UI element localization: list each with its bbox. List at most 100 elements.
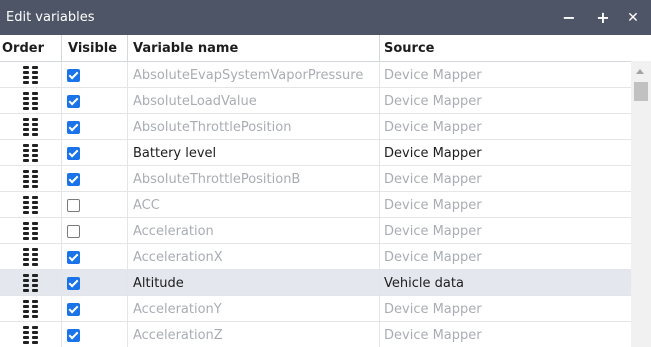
drag-handle-dot (32, 341, 38, 344)
variable-name-cell: AbsoluteThrottlePosition (127, 114, 379, 140)
drag-handle-dot (23, 159, 29, 162)
column-header-order[interactable]: Order (0, 35, 61, 61)
drag-handle-dot (32, 180, 38, 183)
drag-handle-icon[interactable] (23, 144, 38, 162)
visible-cell (61, 296, 127, 322)
table-row[interactable]: AbsoluteLoadValue Device Mapper (0, 88, 631, 114)
drag-handle-dot (23, 341, 29, 344)
drag-handle-dot (23, 71, 29, 74)
drag-handle-dot (32, 253, 38, 256)
visible-checkbox[interactable] (67, 302, 80, 316)
table-row[interactable]: ACC Device Mapper (0, 192, 631, 218)
drag-handle-dot (32, 175, 38, 178)
drag-handle-dot (23, 102, 29, 105)
visible-checkbox[interactable] (67, 94, 80, 108)
drag-handle-icon[interactable] (23, 248, 38, 266)
drag-handle-dot (23, 237, 29, 240)
drag-handle-icon[interactable] (23, 274, 38, 292)
drag-handle-dot (32, 305, 38, 308)
drag-handle-dot (23, 289, 29, 292)
drag-handle-dot (32, 279, 38, 282)
table-row[interactable]: AbsoluteEvapSystemVaporPressure Device Ma… (0, 62, 631, 88)
visible-checkbox[interactable] (67, 172, 80, 186)
variables-table-body: AbsoluteEvapSystemVaporPressure Device Ma… (0, 62, 631, 347)
drag-handle-icon[interactable] (23, 92, 38, 110)
column-header-visible[interactable]: Visible (61, 35, 127, 61)
drag-handle-dot (32, 92, 38, 95)
drag-handle-icon[interactable] (23, 118, 38, 136)
visible-checkbox[interactable] (67, 198, 80, 212)
visible-cell (61, 270, 127, 296)
drag-handle-dot (23, 227, 29, 230)
order-cell (0, 192, 61, 218)
scroll-up-arrow-icon[interactable] (636, 69, 644, 74)
drag-handle-icon[interactable] (23, 326, 38, 344)
drag-handle-icon[interactable] (23, 170, 38, 188)
visible-checkbox[interactable] (67, 146, 80, 160)
column-header-variable-name[interactable]: Variable name (127, 35, 379, 61)
table-row[interactable]: AbsoluteThrottlePosition Device Mapper (0, 114, 631, 140)
drag-handle-icon[interactable] (23, 300, 38, 318)
order-cell (0, 88, 61, 114)
visible-checkbox[interactable] (67, 276, 80, 290)
drag-handle-icon[interactable] (23, 196, 38, 214)
drag-handle-dot (32, 149, 38, 152)
source-cell: Device Mapper (379, 322, 631, 347)
scrollbar-thumb[interactable] (634, 82, 648, 101)
drag-handle-dot (32, 300, 38, 303)
visible-cell (61, 218, 127, 244)
order-cell (0, 270, 61, 296)
visible-checkbox[interactable] (67, 68, 80, 82)
vertical-scrollbar[interactable] (631, 61, 651, 347)
visible-checkbox[interactable] (67, 120, 80, 134)
variable-name-cell: AccelerationX (127, 244, 379, 270)
drag-handle-dot (23, 206, 29, 209)
drag-handle-dot (32, 336, 38, 339)
visible-checkbox[interactable] (67, 328, 80, 342)
drag-handle-dot (32, 289, 38, 292)
drag-handle-dot (32, 258, 38, 261)
source-cell: Device Mapper (379, 140, 631, 166)
drag-handle-dot (32, 159, 38, 162)
column-header-source[interactable]: Source (379, 35, 631, 61)
order-cell (0, 244, 61, 270)
table-row[interactable]: Battery level Device Mapper (0, 140, 631, 166)
drag-handle-icon[interactable] (23, 66, 38, 84)
visible-cell (61, 62, 127, 88)
visible-cell (61, 88, 127, 114)
drag-handle-dot (23, 66, 29, 69)
order-cell (0, 114, 61, 140)
table-row[interactable]: AccelerationY Device Mapper (0, 296, 631, 322)
visible-cell (61, 244, 127, 270)
visible-checkbox[interactable] (67, 250, 80, 264)
minimize-icon[interactable]: − (554, 0, 584, 35)
drag-handle-dot (32, 196, 38, 199)
drag-handle-dot (23, 133, 29, 136)
close-icon[interactable]: ✕ (618, 0, 648, 35)
table-row[interactable]: AccelerationX Device Mapper (0, 244, 631, 270)
table-row[interactable]: Acceleration Device Mapper (0, 218, 631, 244)
drag-handle-dot (23, 185, 29, 188)
table-row[interactable]: AccelerationZ Device Mapper (0, 322, 631, 347)
drag-handle-dot (32, 211, 38, 214)
visible-checkbox[interactable] (67, 224, 80, 238)
drag-handle-icon[interactable] (23, 222, 38, 240)
drag-handle-dot (23, 196, 29, 199)
variable-name-cell: AbsoluteThrottlePositionB (127, 166, 379, 192)
drag-handle-dot (23, 76, 29, 79)
order-cell (0, 140, 61, 166)
drag-handle-dot (23, 248, 29, 251)
variable-name-cell: AbsoluteLoadValue (127, 88, 379, 114)
drag-handle-dot (32, 201, 38, 204)
drag-handle-dot (32, 170, 38, 173)
maximize-icon[interactable]: + (588, 0, 618, 35)
drag-handle-dot (23, 180, 29, 183)
drag-handle-dot (23, 97, 29, 100)
drag-handle-dot (32, 185, 38, 188)
drag-handle-dot (32, 227, 38, 230)
drag-handle-dot (32, 81, 38, 84)
drag-handle-dot (23, 300, 29, 303)
table-row[interactable]: Altitude Vehicle data (0, 270, 631, 296)
table-row[interactable]: AbsoluteThrottlePositionB Device Mapper (0, 166, 631, 192)
source-cell: Device Mapper (379, 166, 631, 192)
